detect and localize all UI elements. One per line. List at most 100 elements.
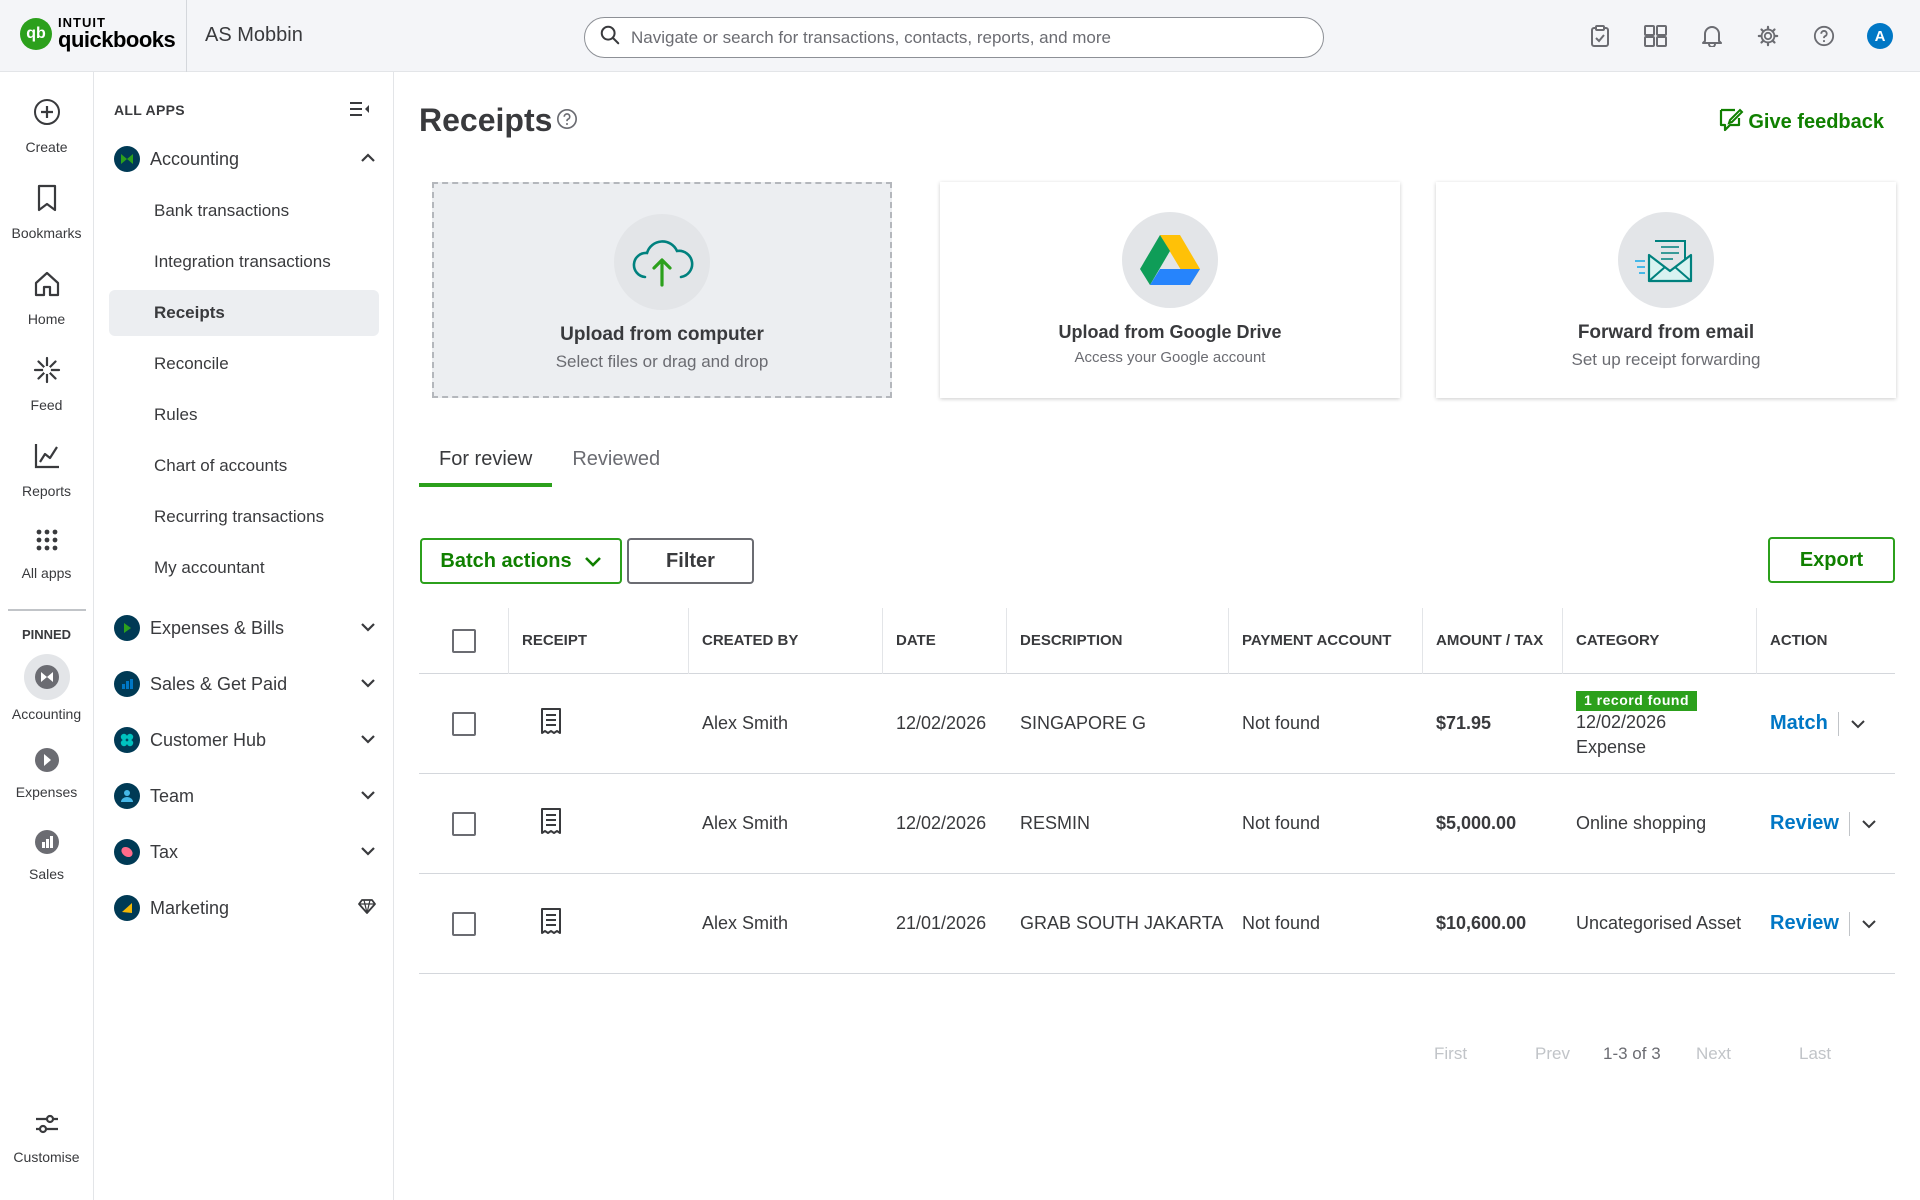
pagination-next[interactable]: Next bbox=[1696, 1044, 1731, 1064]
apps-sidebar: ALL APPS Accounting Bank transactions In… bbox=[94, 72, 394, 1200]
tax-app-icon bbox=[114, 839, 140, 865]
rail-all-apps[interactable]: All apps bbox=[0, 528, 93, 581]
card-title: Forward from email bbox=[1577, 322, 1755, 343]
top-bar: qb INTUIT quickbooks AS Mobbin A bbox=[0, 0, 1920, 72]
quickbooks-logo[interactable]: qb INTUIT quickbooks bbox=[20, 16, 176, 52]
row-checkbox[interactable] bbox=[452, 711, 476, 736]
sidebar-group-tax[interactable]: Tax bbox=[114, 832, 376, 872]
rail-pinned-expenses[interactable]: Expenses bbox=[0, 742, 93, 800]
sidebar-item-recurring-transactions[interactable]: Recurring transactions bbox=[109, 494, 379, 540]
customer-hub-app-icon bbox=[114, 727, 140, 753]
col-payment-account: PAYMENT ACCOUNT bbox=[1229, 607, 1423, 674]
amount-cell: $71.95 bbox=[1436, 713, 1492, 733]
sidebar-group-label: Team bbox=[150, 785, 195, 806]
sidebar-item-reconcile[interactable]: Reconcile bbox=[109, 341, 379, 387]
sidebar-group-expenses-bills[interactable]: Expenses & Bills bbox=[114, 608, 376, 648]
amount-cell: $10,600.00 bbox=[1436, 913, 1527, 933]
tab-for-review[interactable]: For review bbox=[419, 442, 553, 487]
home-icon bbox=[33, 270, 61, 303]
action-divider bbox=[1837, 711, 1839, 736]
receipt-icon[interactable] bbox=[539, 807, 563, 840]
receipt-icon[interactable] bbox=[539, 707, 563, 740]
col-date: DATE bbox=[883, 607, 1007, 674]
collapse-sidebar-icon[interactable] bbox=[349, 100, 371, 123]
rail-label: Sales bbox=[28, 866, 65, 882]
left-nav-rail: Create Bookmarks Home Feed Reports All a… bbox=[0, 72, 94, 1200]
rail-feed[interactable]: Feed bbox=[0, 356, 93, 413]
company-name[interactable]: AS Mobbin bbox=[205, 24, 303, 47]
sidebar-item-chart-of-accounts[interactable]: Chart of accounts bbox=[109, 443, 379, 489]
apps-switcher-icon[interactable] bbox=[1628, 22, 1684, 50]
card-subtitle: Access your Google account bbox=[1074, 349, 1266, 366]
batch-actions-button[interactable]: Batch actions bbox=[420, 538, 622, 584]
chevron-up-icon bbox=[360, 150, 376, 168]
sidebar-group-label: Accounting bbox=[150, 148, 240, 169]
sidebar-group-accounting[interactable]: Accounting bbox=[114, 139, 376, 179]
receipt-cell bbox=[509, 907, 689, 940]
amount-cell: $5,000.00 bbox=[1436, 813, 1517, 833]
col-receipt: RECEIPT bbox=[509, 607, 689, 674]
search-input[interactable] bbox=[631, 27, 1291, 48]
sidebar-item-bank-transactions[interactable]: Bank transactions bbox=[109, 188, 379, 234]
review-button[interactable]: Review bbox=[1770, 912, 1839, 935]
chevron-down-icon bbox=[360, 787, 376, 805]
row-checkbox[interactable] bbox=[452, 811, 476, 836]
export-button[interactable]: Export bbox=[1768, 537, 1895, 583]
description-cell: RESMIN bbox=[1020, 813, 1091, 833]
match-button[interactable]: Match bbox=[1770, 712, 1828, 735]
user-avatar[interactable]: A bbox=[1852, 22, 1908, 50]
sidebar-item-my-accountant[interactable]: My accountant bbox=[109, 545, 379, 591]
help-circle-icon[interactable] bbox=[556, 108, 578, 135]
sidebar-group-customer-hub[interactable]: Customer Hub bbox=[114, 720, 376, 760]
created-by-cell: Alex Smith bbox=[702, 713, 789, 733]
team-app-icon bbox=[114, 783, 140, 809]
row-checkbox[interactable] bbox=[452, 911, 476, 936]
forward-from-email-card[interactable]: Forward from email Set up receipt forwar… bbox=[1436, 182, 1896, 398]
notifications-bell-icon[interactable] bbox=[1684, 22, 1740, 50]
filter-button[interactable]: Filter bbox=[627, 538, 754, 584]
action-divider bbox=[1848, 811, 1850, 836]
created-by-cell: Alex Smith bbox=[702, 913, 789, 933]
logo-line-quickbooks: quickbooks bbox=[58, 27, 176, 52]
give-feedback-link[interactable]: Give feedback bbox=[1718, 106, 1884, 138]
rail-customise[interactable]: Customise bbox=[0, 1112, 93, 1165]
rail-reports[interactable]: Reports bbox=[0, 442, 93, 499]
tasks-clipboard-icon[interactable] bbox=[1572, 22, 1628, 50]
rail-pinned-accounting[interactable]: Accounting bbox=[0, 654, 93, 722]
chevron-down-icon[interactable] bbox=[1862, 913, 1876, 934]
pagination-first[interactable]: First bbox=[1434, 1044, 1467, 1064]
settings-gear-icon[interactable] bbox=[1740, 22, 1796, 50]
bookmark-icon bbox=[35, 184, 59, 217]
sparkle-feed-icon bbox=[33, 356, 61, 389]
sidebar-group-marketing[interactable]: Marketing bbox=[114, 888, 376, 928]
sidebar-item-integration-transactions[interactable]: Integration transactions bbox=[109, 239, 379, 285]
rail-divider bbox=[8, 609, 86, 611]
rail-home[interactable]: Home bbox=[0, 270, 93, 327]
receipt-icon[interactable] bbox=[539, 907, 563, 940]
upload-from-google-drive-card[interactable]: Upload from Google Drive Access your Goo… bbox=[940, 182, 1400, 398]
sidebar-group-sales-get-paid[interactable]: Sales & Get Paid bbox=[114, 664, 376, 704]
sidebar-group-team[interactable]: Team bbox=[114, 776, 376, 816]
rail-pinned-sales[interactable]: Sales bbox=[0, 824, 93, 882]
sidebar-group-label: Customer Hub bbox=[150, 729, 267, 750]
card-title: Upload from computer bbox=[560, 324, 764, 345]
rail-bookmarks[interactable]: Bookmarks bbox=[0, 184, 93, 241]
global-search[interactable] bbox=[584, 17, 1324, 58]
pagination-prev[interactable]: Prev bbox=[1535, 1044, 1570, 1064]
accounting-pin-icon bbox=[23, 654, 70, 700]
chevron-down-icon[interactable] bbox=[1862, 813, 1876, 834]
select-all-checkbox[interactable] bbox=[451, 628, 476, 653]
help-question-icon[interactable] bbox=[1796, 22, 1852, 50]
receipt-cell bbox=[509, 807, 689, 840]
review-button[interactable]: Review bbox=[1770, 812, 1839, 835]
pagination-last[interactable]: Last bbox=[1799, 1044, 1831, 1064]
sidebar-item-rules[interactable]: Rules bbox=[109, 392, 379, 438]
tab-reviewed[interactable]: Reviewed bbox=[552, 442, 680, 487]
rail-label: Expenses bbox=[15, 784, 78, 800]
chevron-down-icon[interactable] bbox=[1851, 713, 1865, 734]
sidebar-item-receipts[interactable]: Receipts bbox=[109, 290, 379, 336]
description-cell: SINGAPORE G bbox=[1020, 713, 1147, 733]
rail-create[interactable]: Create bbox=[0, 98, 93, 155]
upload-from-computer-card[interactable]: Upload from computer Select files or dra… bbox=[432, 182, 892, 398]
google-drive-icon bbox=[1122, 212, 1218, 308]
